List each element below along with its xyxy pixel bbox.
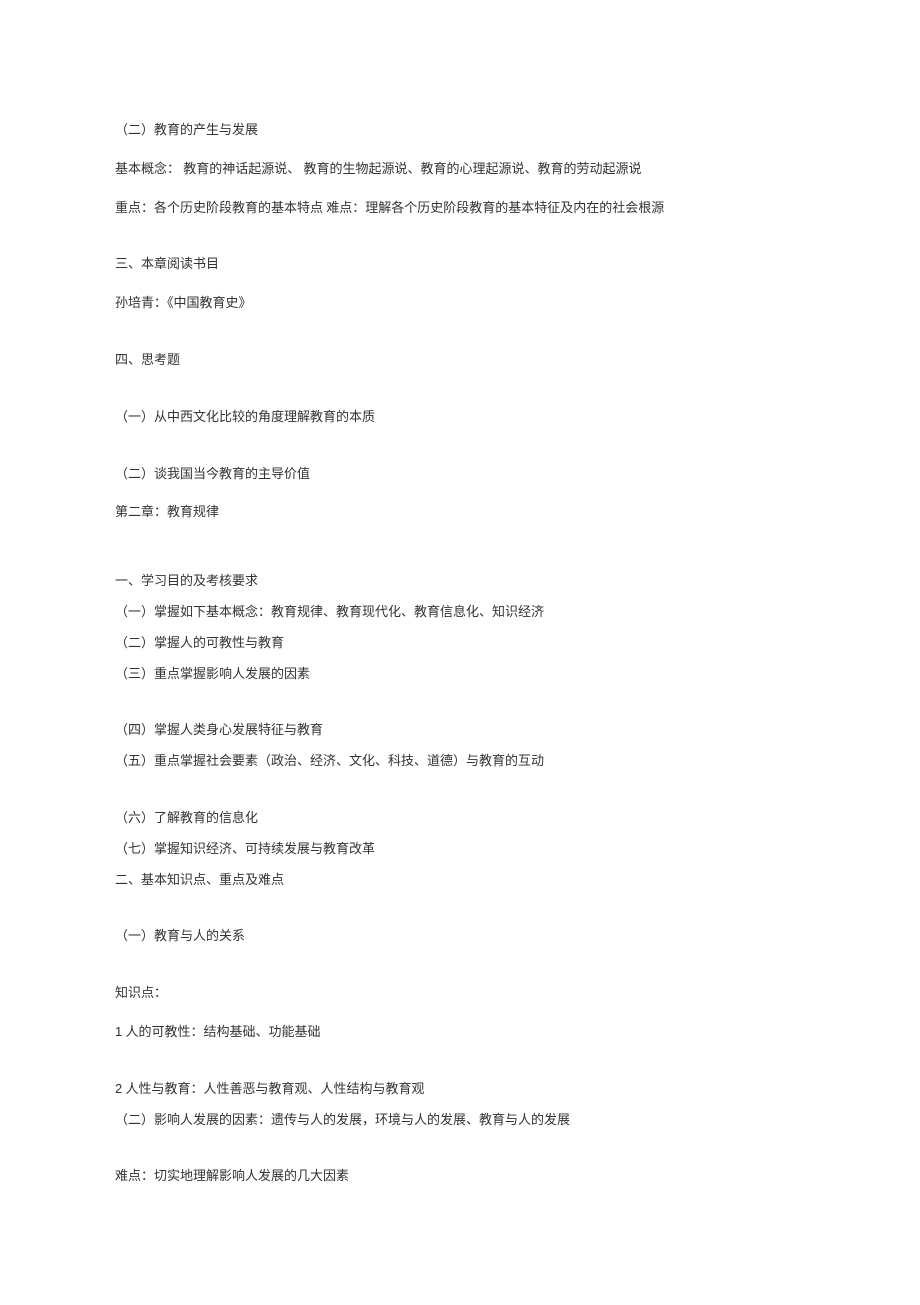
body-text: （一）从中西文化比较的角度理解教育的本质 (115, 407, 805, 428)
item-text: 人的可教性：结构基础、功能基础 (122, 1024, 320, 1039)
body-text: 重点：各个历史阶段教育的基本特点 难点：理解各个历史阶段教育的基本特征及内在的社… (115, 198, 805, 219)
body-text: 知识点： (115, 983, 805, 1004)
body-text: （七）掌握知识经济、可持续发展与教育改革 (115, 839, 805, 860)
body-text: （一）教育与人的关系 (115, 926, 805, 947)
body-text: 孙培青：《中国教育史》 (115, 293, 805, 314)
body-text: （二）掌握人的可教性与教育 (115, 633, 805, 654)
chapter-heading: 第二章：教育规律 (115, 502, 805, 523)
section-heading: （二）教育的产生与发展 (115, 120, 805, 141)
body-text: 难点：切实地理解影响人发展的几大因素 (115, 1166, 805, 1187)
list-item: 2 人性与教育：人性善恶与教育观、人性结构与教育观 (115, 1079, 805, 1100)
body-text: （五）重点掌握社会要素（政治、经济、文化、科技、道德）与教育的互动 (115, 751, 805, 772)
section-heading: 三、本章阅读书目 (115, 254, 805, 275)
body-text: （四）掌握人类身心发展特征与教育 (115, 720, 805, 741)
body-text: （三）重点掌握影响人发展的因素 (115, 664, 805, 685)
body-text: （二）谈我国当今教育的主导价值 (115, 464, 805, 485)
body-text: （六）了解教育的信息化 (115, 808, 805, 829)
body-text: （一）掌握如下基本概念：教育规律、教育现代化、教育信息化、知识经济 (115, 602, 805, 623)
list-item: 1 人的可教性：结构基础、功能基础 (115, 1022, 805, 1043)
section-heading: 四、思考题 (115, 350, 805, 371)
section-heading: 二、基本知识点、重点及难点 (115, 870, 805, 891)
body-text: （二）影响人发展的因素：遗传与人的发展，环境与人的发展、教育与人的发展 (115, 1110, 805, 1131)
section-heading: 一、学习目的及考核要求 (115, 571, 805, 592)
body-text: 基本概念： 教育的神话起源说、 教育的生物起源说、教育的心理起源说、教育的劳动起… (115, 159, 805, 180)
item-text: 人性与教育：人性善恶与教育观、人性结构与教育观 (122, 1081, 424, 1096)
